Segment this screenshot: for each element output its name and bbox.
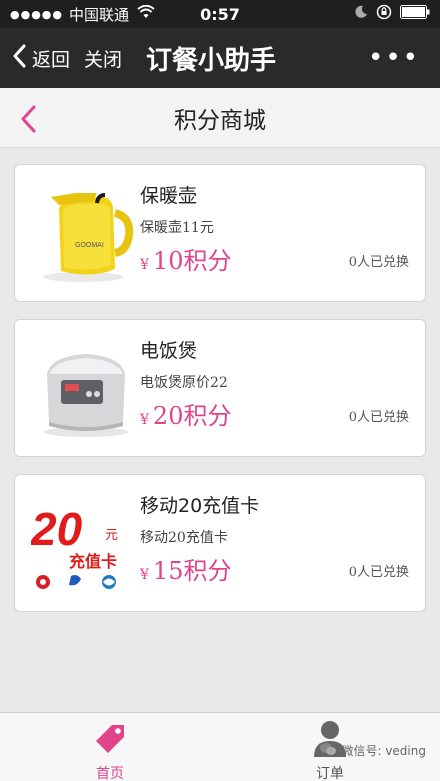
currency-symbol: ¥ [140,257,149,273]
redeem-count: 0人已兑换 [348,255,409,270]
back-label: 返回 [32,48,71,71]
tab-home[interactable]: 首页 [70,713,150,781]
rotation-lock-icon [376,4,392,24]
currency-symbol: ¥ [140,567,149,583]
price-value: 10积分 [152,247,232,275]
app-title: 订餐小助手 [146,45,277,76]
recharge-card-image: 20 元 充值卡 [30,489,141,597]
product-price: ¥ 10积分 [140,241,231,276]
card-unit: 元 [105,528,118,543]
watermark-text: 微信号: veding [341,744,426,758]
tab-home-label: 首页 [96,766,124,781]
product-description: 保暖壶11元 [140,220,214,236]
page-header: 积分商城 [0,88,440,148]
more-menu-button[interactable]: ••• [368,45,420,71]
wechat-icon [319,742,337,759]
moon-icon [354,5,368,23]
battery-icon [400,5,430,23]
chevron-left-icon [18,105,38,138]
product-name: 移动20充值卡 [140,495,260,517]
product-name: 电饭煲 [140,340,198,362]
product-name: 保暖壶 [140,185,198,207]
page-back-button[interactable] [18,104,38,138]
price-value: 15积分 [152,557,232,585]
thermos-brand-text: GOOMAI [75,242,104,249]
price-value: 20积分 [152,402,232,430]
chevron-left-icon [12,44,26,73]
product-price: ¥ 15积分 [140,551,231,586]
product-description: 移动20充值卡 [140,530,228,546]
card-amount: 20 [31,503,83,555]
watermark: 微信号: veding [319,742,426,759]
signal-strength-icon: ●●●●● [10,7,63,21]
carrier-name: 中国联通 [69,5,130,24]
status-bar: ●●●●● 中国联通 0:57 [0,0,440,28]
close-button[interactable]: 关闭 [84,45,122,72]
tag-icon [92,721,128,761]
product-price: ¥ 20积分 [140,396,231,431]
rice-cooker-image [31,334,141,442]
product-card[interactable]: GOOMAI 保暖壶 保暖壶11元 ¥ 10积分 0人已兑换 [14,164,426,302]
wifi-icon [137,4,155,23]
thermos-image: GOOMAI [31,179,141,287]
product-card[interactable]: 电饭煲 电饭煲原价22 ¥ 20积分 0人已兑换 [14,319,426,457]
product-card[interactable]: 20 元 充值卡 移动20充值卡 移动20充值卡 ¥ 15积分 0人已兑换 [14,474,426,612]
product-description: 电饭煲原价22 [140,375,228,391]
tab-orders-label: 订单 [316,766,344,781]
card-label: 充值卡 [69,552,117,571]
redeem-count: 0人已兑换 [348,565,409,580]
currency-symbol: ¥ [140,412,149,428]
back-button[interactable]: 返回 [12,44,70,73]
page-title: 积分商城 [174,107,266,134]
nav-bar: 返回 关闭 订餐小助手 ••• [0,28,440,88]
redeem-count: 0人已兑换 [348,410,409,425]
